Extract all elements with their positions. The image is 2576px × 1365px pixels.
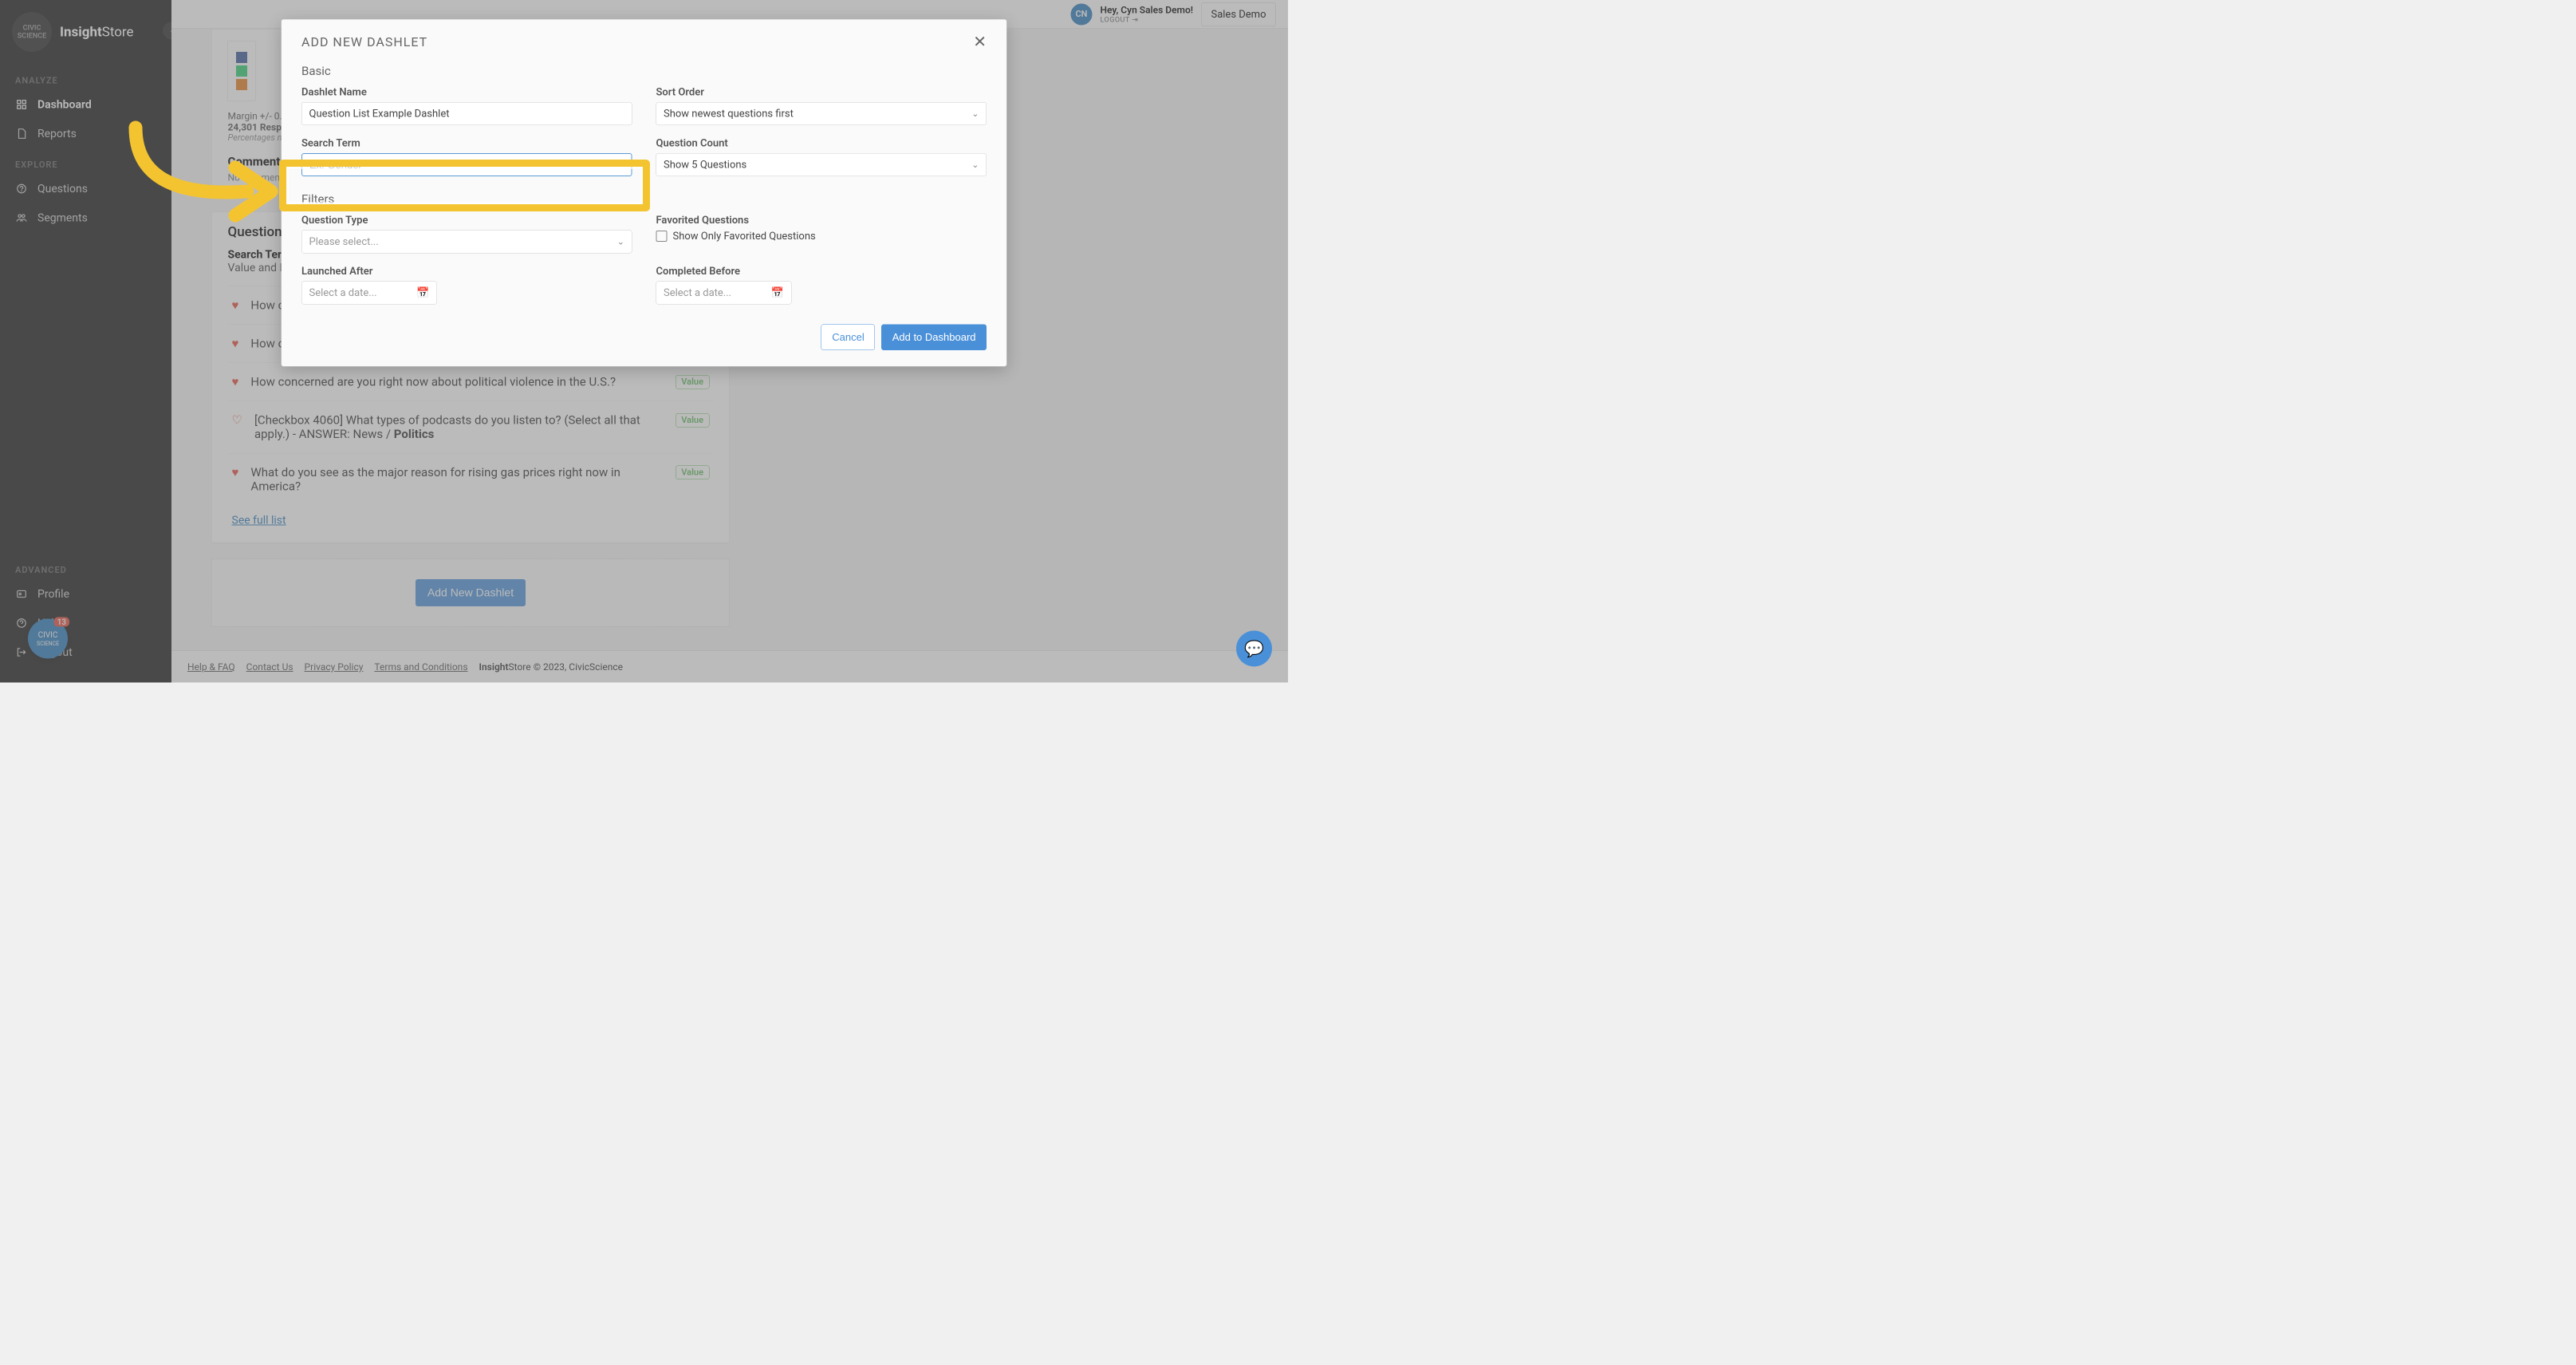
- search-term-group: Search Term: [301, 137, 632, 176]
- chevron-down-icon: ⌄: [971, 160, 979, 170]
- intercom-launcher[interactable]: 💬: [1236, 631, 1272, 667]
- question-type-label: Question Type: [301, 215, 632, 227]
- dashlet-name-group: Dashlet Name Question List Example Dashl…: [301, 86, 632, 125]
- dashlet-name-label: Dashlet Name: [301, 86, 632, 98]
- add-to-dashboard-button[interactable]: Add to Dashboard: [881, 325, 987, 351]
- add-dashlet-modal: ADD NEW DASHLET ✕ Basic Dashlet Name Que…: [282, 19, 1007, 367]
- checkbox-icon: [656, 231, 668, 242]
- favorited-group: Favorited Questions Show Only Favorited …: [656, 215, 987, 254]
- modal-overlay[interactable]: ADD NEW DASHLET ✕ Basic Dashlet Name Que…: [0, 0, 1288, 683]
- dashlet-name-input[interactable]: Question List Example Dashlet: [301, 102, 632, 125]
- launched-after-label: Launched After: [301, 266, 632, 278]
- sort-order-label: Sort Order: [656, 86, 987, 98]
- sort-order-select[interactable]: Show newest questions first⌄: [656, 102, 987, 125]
- cancel-button[interactable]: Cancel: [821, 325, 875, 351]
- question-type-group: Question Type Please select...⌄: [301, 215, 632, 254]
- basic-section-heading: Basic: [301, 65, 987, 79]
- filters-section-heading: Filters: [301, 192, 987, 207]
- favorited-checkbox-label: Show Only Favorited Questions: [673, 231, 816, 243]
- close-icon[interactable]: ✕: [973, 34, 987, 50]
- question-type-select[interactable]: Please select...⌄: [301, 231, 632, 254]
- search-term-label: Search Term: [301, 137, 632, 149]
- calendar-icon: 📅: [416, 287, 429, 299]
- favorited-checkbox[interactable]: Show Only Favorited Questions: [656, 231, 987, 243]
- completed-before-label: Completed Before: [656, 266, 987, 278]
- favorited-label: Favorited Questions: [656, 215, 987, 227]
- chat-icon: 💬: [1244, 639, 1264, 658]
- calendar-icon: 📅: [771, 287, 784, 299]
- sort-order-group: Sort Order Show newest questions first⌄: [656, 86, 987, 125]
- completed-before-datepicker[interactable]: Select a date...📅: [656, 282, 792, 305]
- question-count-label: Question Count: [656, 137, 987, 149]
- chevron-down-icon: ⌄: [971, 108, 979, 119]
- completed-before-group: Completed Before Select a date...📅: [656, 266, 987, 305]
- question-count-select[interactable]: Show 5 Questions⌄: [656, 153, 987, 176]
- search-term-input[interactable]: [301, 153, 632, 176]
- chevron-down-icon: ⌄: [617, 237, 624, 247]
- modal-title: ADD NEW DASHLET: [301, 34, 427, 49]
- question-count-group: Question Count Show 5 Questions⌄: [656, 137, 987, 176]
- launched-after-group: Launched After Select a date...📅: [301, 266, 632, 305]
- launched-after-datepicker[interactable]: Select a date...📅: [301, 282, 437, 305]
